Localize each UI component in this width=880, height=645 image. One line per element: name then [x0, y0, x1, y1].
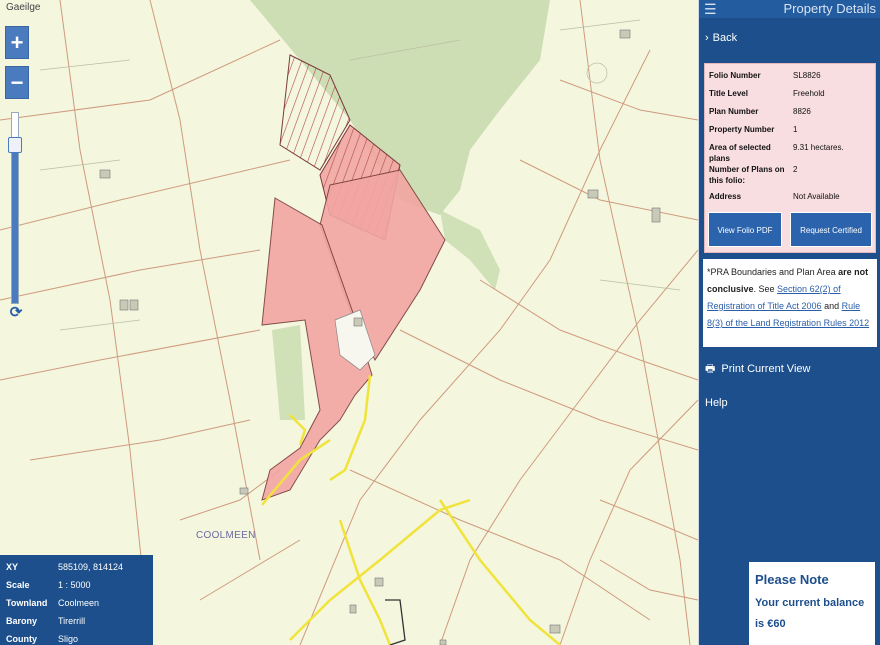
- menu-icon[interactable]: ☰: [704, 0, 717, 18]
- detail-value: 8826: [793, 107, 811, 116]
- detail-value: 9.31 hectares.: [793, 143, 844, 152]
- detail-key: Title Level: [709, 89, 748, 98]
- info-key-barony: Barony: [6, 616, 38, 626]
- townland-map-label: COOLMEEN: [196, 530, 256, 541]
- detail-value: 1: [793, 125, 798, 134]
- zoom-out-button[interactable]: −: [5, 66, 29, 99]
- print-label: Print Current View: [721, 363, 811, 375]
- detail-key: Property Number: [709, 125, 775, 134]
- forest-area: [272, 325, 305, 420]
- disclaimer-prefix: *PRA Boundaries and Plan Area: [707, 267, 839, 277]
- request-certified-copy-button[interactable]: Request Certified Copy: [790, 212, 872, 270]
- info-key-scale: Scale: [6, 580, 30, 590]
- panel-title: Property Details: [783, 1, 876, 16]
- balance-notice: Please Note Your current balance is €60: [749, 562, 875, 645]
- back-link[interactable]: › Back: [699, 18, 880, 58]
- roads: [261, 374, 561, 645]
- disclaimer-box: *PRA Boundaries and Plan Area are not co…: [703, 259, 877, 347]
- info-value-xy: 585109, 814124: [58, 562, 124, 572]
- detail-key: Folio Number: [709, 71, 761, 80]
- help-link[interactable]: Help: [705, 397, 728, 409]
- info-value-county: Sligo: [58, 634, 79, 644]
- view-folio-pdf-button[interactable]: View Folio PDF: [708, 212, 782, 247]
- disclaimer-and: and: [821, 301, 842, 311]
- chevron-right-icon: ›: [705, 32, 709, 44]
- detail-value: Freehold: [793, 89, 825, 98]
- detail-key: Number of Plans on this folio:: [709, 165, 785, 185]
- language-link[interactable]: Gaeilge: [6, 2, 40, 13]
- location-info-box: XY 585109, 814124 Scale 1 : 5000 Townland C…: [0, 555, 153, 645]
- info-key-townland: Townland: [6, 598, 48, 608]
- map-canvas[interactable]: [0, 0, 698, 645]
- detail-value: 2: [793, 165, 798, 174]
- detail-value: Not Available: [793, 192, 840, 201]
- detail-key: Address: [709, 192, 742, 201]
- print-current-view-link[interactable]: 🖶 Print Current View: [705, 360, 810, 379]
- refresh-icon[interactable]: ⟳: [8, 305, 24, 321]
- balance-heading: Please Note: [755, 572, 829, 587]
- zoom-in-button[interactable]: +: [5, 26, 29, 59]
- balance-text: Your current balance is €60: [755, 597, 865, 630]
- detail-key: Area of selected plans: [709, 143, 771, 163]
- printer-icon: 🖶: [705, 363, 716, 375]
- zoom-slider-fill: [12, 150, 18, 303]
- info-value-scale: 1 : 5000: [58, 580, 91, 590]
- info-key-xy: XY: [6, 562, 19, 572]
- panel-header: ☰ Property Details: [699, 0, 880, 18]
- zoom-slider-handle[interactable]: [8, 137, 22, 153]
- info-value-barony: Tirerrill: [58, 616, 86, 626]
- info-value-townland: Coolmeen: [58, 598, 100, 608]
- detail-key: Plan Number: [709, 107, 759, 116]
- detail-value: SL8826: [793, 71, 821, 80]
- forest-area: [440, 210, 500, 290]
- map-view[interactable]: Gaeilge + − ⟳ COOLMEEN XY 585109, 814124 …: [0, 0, 698, 645]
- folio-details-box: Folio Number SL8826 Title Level Freehold P…: [704, 63, 876, 270]
- property-details-panel: ☰ Property Details › Back Folio Number SL8…: [698, 0, 880, 645]
- info-key-county: County: [6, 634, 37, 644]
- disclaimer-see: . See: [753, 284, 778, 294]
- back-label: Back: [712, 32, 738, 44]
